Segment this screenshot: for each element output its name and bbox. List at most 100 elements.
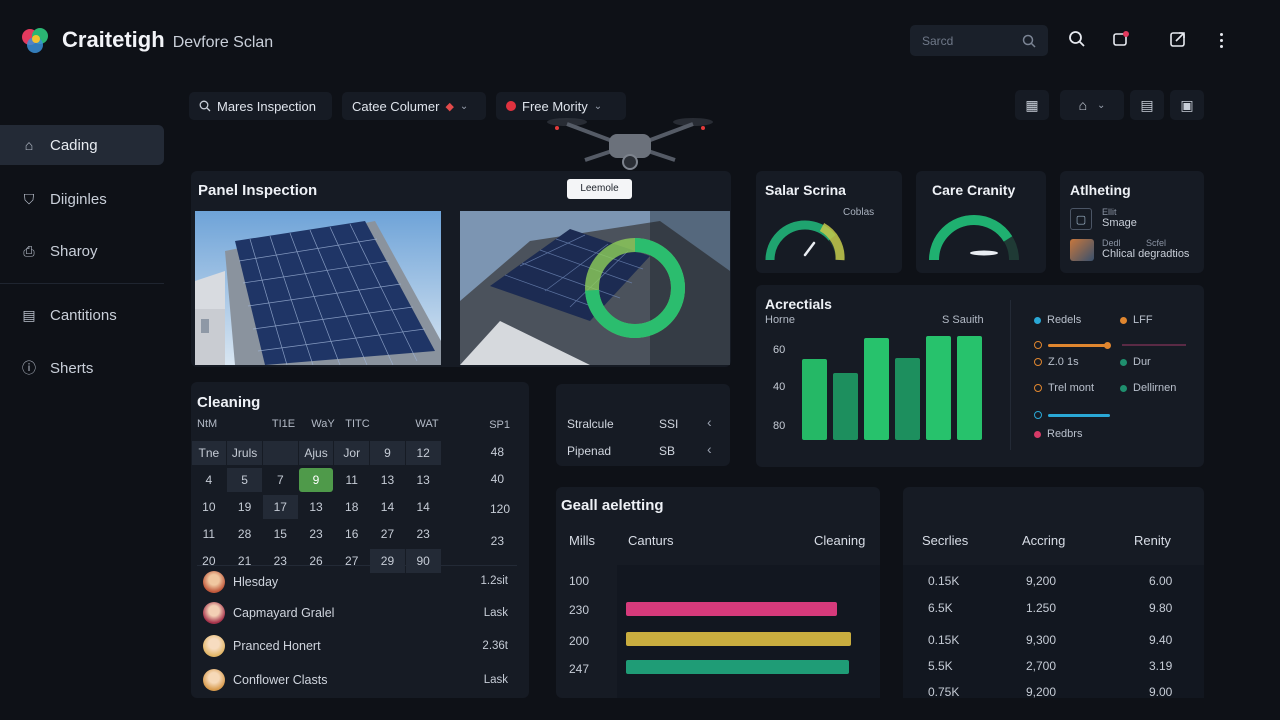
calendar-cell-selected[interactable]: 9 bbox=[298, 467, 334, 492]
grid-icon: ▦ bbox=[1025, 96, 1039, 113]
alerting-title: Atlheting bbox=[1070, 182, 1131, 198]
calendar-cell[interactable]: 28 bbox=[227, 522, 262, 546]
series-cell: 2,700 bbox=[1026, 659, 1057, 673]
calendar-cell[interactable]: 15 bbox=[263, 522, 298, 546]
legend-slider-track bbox=[1122, 344, 1186, 346]
calendar-row: 11 28 15 23 16 27 23 bbox=[191, 520, 441, 547]
toolbar-grid-button[interactable]: ▦ bbox=[1015, 90, 1049, 120]
alert-item-top-a: Dedl bbox=[1102, 238, 1121, 248]
calendar-cell[interactable]: Jruls bbox=[227, 440, 262, 465]
goal-bar bbox=[626, 632, 851, 646]
sidebar-divider bbox=[0, 283, 164, 284]
alert-thumb-icon[interactable]: ▢ bbox=[1070, 208, 1092, 230]
schedule-label: Stralcule bbox=[567, 417, 614, 431]
share-button[interactable] bbox=[1169, 30, 1189, 50]
calendar-cell[interactable]: 18 bbox=[334, 495, 369, 519]
calendar-cell[interactable]: 11 bbox=[192, 522, 227, 546]
search-box[interactable]: Sarcd bbox=[910, 25, 1048, 56]
calendar-cell[interactable]: 23 bbox=[406, 522, 441, 546]
calendar-cell[interactable]: Ajus bbox=[298, 440, 334, 465]
slider-handle[interactable] bbox=[1104, 342, 1111, 349]
chart-bar bbox=[802, 359, 827, 440]
goal-col-header: Cleaning bbox=[814, 533, 866, 548]
calendar-row: 4 5 7 9 11 13 13 bbox=[191, 466, 441, 493]
goal-col-header: Mills bbox=[569, 533, 595, 548]
app-logo[interactable] bbox=[20, 25, 52, 55]
person-row[interactable]: Conflower Clasts bbox=[203, 669, 327, 691]
calendar-cell[interactable]: Tne bbox=[191, 440, 227, 465]
calendar-cell[interactable]: 9 bbox=[370, 440, 405, 465]
person-row[interactable]: Pranced Honert bbox=[203, 635, 321, 657]
calendar-cell[interactable]: 17 bbox=[262, 494, 298, 519]
series-cell: 9.40 bbox=[1149, 633, 1173, 647]
toolbar-list-button[interactable]: ▤ bbox=[1130, 90, 1164, 120]
calendar-cell[interactable]: 29 bbox=[370, 548, 405, 573]
calendar-cell[interactable]: 11 bbox=[334, 468, 369, 492]
calendar-cell[interactable]: 13 bbox=[406, 468, 441, 492]
series-cell: 5.5K bbox=[928, 659, 953, 673]
calendar-cell[interactable]: 16 bbox=[334, 522, 369, 546]
sidebar-item-cading[interactable]: ⌂ Cading bbox=[0, 125, 164, 165]
notifications-button[interactable] bbox=[1112, 30, 1132, 50]
calendar-cell[interactable]: 14 bbox=[406, 495, 441, 519]
legend-slider-track[interactable] bbox=[1034, 411, 1114, 419]
person-value: Lask bbox=[483, 607, 508, 619]
chevron-left-icon[interactable]: ‹ bbox=[707, 414, 712, 430]
more-menu-button[interactable] bbox=[1214, 30, 1228, 50]
y-tick-label: 60 bbox=[773, 344, 786, 356]
calendar-cell[interactable]: 4 bbox=[192, 468, 227, 492]
sidebar-item-diiginles[interactable]: ⛉ Diiginles bbox=[0, 179, 164, 219]
calendar-header-cell: TI1E bbox=[271, 418, 296, 430]
filter-chip-inspection[interactable]: Mares Inspection bbox=[189, 92, 332, 120]
home-icon: ⌂ bbox=[24, 137, 34, 153]
legend-slider-track[interactable] bbox=[1034, 341, 1114, 349]
row-total: 120 bbox=[489, 502, 510, 516]
calendar-cell[interactable]: 10 bbox=[192, 495, 227, 519]
cleaning-title: Cleaning bbox=[197, 394, 261, 411]
calendar-cell[interactable]: 27 bbox=[370, 522, 405, 546]
sidebar-item-cantitions[interactable]: ▤ Cantitions bbox=[0, 295, 164, 335]
calendar-cell[interactable] bbox=[262, 440, 298, 465]
sidebar-item-sharoy[interactable]: ⎙ Sharoy bbox=[0, 231, 164, 271]
calendar-cell[interactable]: Jor bbox=[334, 440, 370, 465]
calendar-cell[interactable]: 13 bbox=[299, 495, 334, 519]
legend-item: Redels bbox=[1034, 314, 1081, 326]
calendar-cell[interactable]: 23 bbox=[299, 522, 334, 546]
search-icon bbox=[1022, 34, 1036, 48]
header-search-button[interactable] bbox=[1068, 30, 1088, 50]
calendar-cell[interactable]: 5 bbox=[227, 467, 262, 492]
bell-icon bbox=[1113, 31, 1129, 46]
calendar-cell[interactable]: 23 bbox=[263, 549, 298, 573]
calendar-cell[interactable]: 19 bbox=[227, 495, 262, 519]
calendar-cell[interactable]: 27 bbox=[334, 549, 369, 573]
series-cell: 6.5K bbox=[928, 601, 953, 615]
series-cell: 0.15K bbox=[928, 633, 960, 647]
calendar-cell[interactable]: 13 bbox=[370, 468, 405, 492]
goal-mills: 100 bbox=[569, 574, 590, 588]
ring-icon bbox=[1034, 411, 1042, 419]
avatar bbox=[203, 602, 225, 624]
toolbar-home-dropdown[interactable]: ⌂ ⌄ bbox=[1060, 90, 1124, 120]
person-value: 1.2sit bbox=[480, 575, 509, 587]
calendar-cell[interactable]: 12 bbox=[405, 440, 441, 465]
goal-bar bbox=[626, 660, 849, 674]
person-row[interactable]: Capmayard Gralel bbox=[203, 602, 334, 624]
calendar-cell[interactable]: 26 bbox=[299, 549, 334, 573]
person-name: Capmayard Gralel bbox=[233, 606, 335, 620]
calendar-header-right: SP1 bbox=[489, 419, 510, 431]
series-col-header: Renity bbox=[1134, 533, 1171, 548]
chevron-left-icon[interactable]: ‹ bbox=[707, 441, 712, 457]
alert-photo-thumb[interactable] bbox=[1070, 239, 1094, 261]
person-row[interactable]: Hlesday bbox=[203, 571, 278, 593]
calendar-cell[interactable]: 21 bbox=[227, 549, 262, 573]
calendar-cell[interactable]: 20 bbox=[192, 549, 227, 573]
legend-item: LFF bbox=[1120, 314, 1153, 326]
calendar-cell[interactable]: 7 bbox=[263, 468, 298, 492]
calendar-cell[interactable]: 14 bbox=[370, 495, 405, 519]
acrectials-right-label: S Sauith bbox=[942, 314, 984, 326]
toolbar-image-button[interactable]: ▣ bbox=[1170, 90, 1204, 120]
solar-roof-photo[interactable] bbox=[195, 211, 441, 365]
filter-chip-columer[interactable]: Catee Columer ◆ ⌄ bbox=[342, 92, 486, 120]
calendar-cell[interactable]: 90 bbox=[405, 548, 441, 573]
sidebar-item-sherts[interactable]: ⓘ Sherts bbox=[0, 348, 164, 388]
